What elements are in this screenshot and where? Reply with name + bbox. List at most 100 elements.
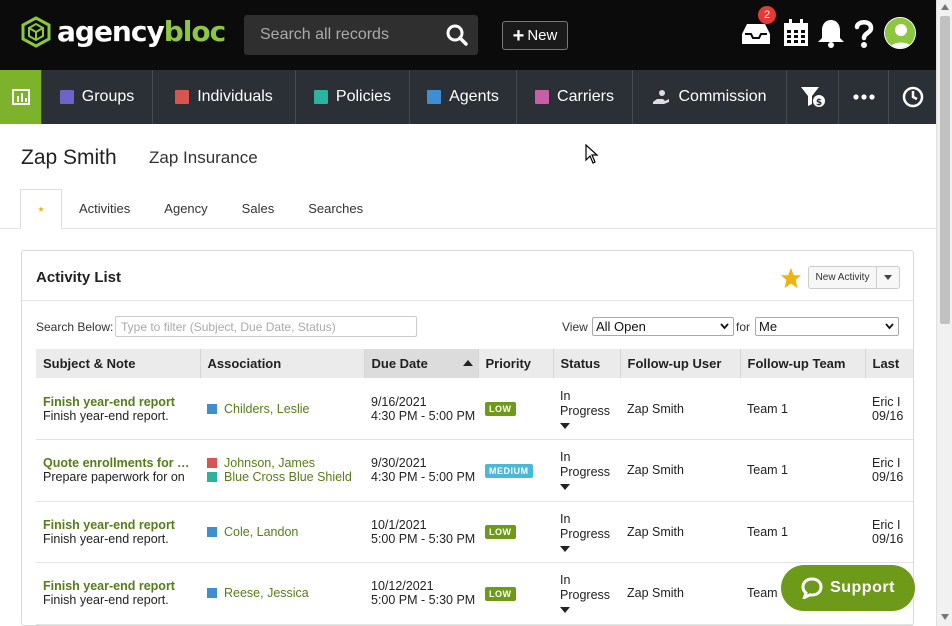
last-date: 09/16 bbox=[872, 408, 904, 423]
col-last[interactable]: Last bbox=[865, 349, 913, 378]
last-user: Eric I bbox=[872, 394, 901, 409]
support-chat-button[interactable]: Support bbox=[781, 565, 915, 611]
col-followup-team[interactable]: Follow-up Team bbox=[740, 349, 866, 378]
activity-subject-link[interactable]: Quote enrollments for Blue Cross bbox=[43, 456, 193, 470]
tab-agency[interactable]: Agency bbox=[147, 189, 224, 229]
bell-icon[interactable] bbox=[815, 18, 847, 48]
new-activity-button[interactable]: New Activity bbox=[808, 266, 900, 289]
activity-filter-input[interactable] bbox=[115, 316, 417, 337]
global-search-input[interactable] bbox=[244, 15, 439, 55]
record-type-color-icon bbox=[207, 458, 217, 469]
due-time: 4:30 PM - 5:00 PM bbox=[371, 408, 476, 423]
scroll-down-icon[interactable] bbox=[941, 614, 949, 620]
record-tabs: Activities Agency Sales Searches bbox=[20, 189, 380, 229]
association-cell: Johnson, James Blue Cross Blue Shield bbox=[200, 439, 364, 502]
due-date: 9/16/2021 bbox=[371, 394, 427, 409]
status-text-1: In bbox=[560, 573, 571, 588]
col-due-date[interactable]: Due Date bbox=[364, 349, 479, 378]
priority-cell: MEDIUM bbox=[478, 439, 553, 502]
association-link[interactable]: Cole, Landon bbox=[207, 525, 364, 539]
more-nav-button[interactable] bbox=[839, 70, 889, 124]
tab-sales[interactable]: Sales bbox=[225, 189, 292, 229]
subject-cell: Finish year-end report Finish year-end re… bbox=[36, 501, 200, 563]
filter-dollar-icon: $ bbox=[800, 87, 825, 108]
activity-subject-link[interactable]: Finish year-end report bbox=[43, 395, 193, 409]
status-text-2: Progress bbox=[560, 526, 611, 541]
due-time: 5:00 PM - 5:30 PM bbox=[371, 531, 476, 546]
scroll-thumb[interactable] bbox=[940, 16, 950, 324]
priority-badge: LOW bbox=[485, 525, 516, 540]
record-company[interactable]: Zap Insurance bbox=[149, 148, 258, 168]
commission-filter-button[interactable]: $ bbox=[787, 70, 839, 124]
view-select[interactable]: All Open bbox=[592, 317, 734, 336]
scroll-up-icon[interactable] bbox=[941, 4, 949, 10]
chevron-down-icon[interactable] bbox=[877, 267, 899, 288]
association-cell: Cole, Landon bbox=[200, 501, 364, 563]
priority-badge: LOW bbox=[485, 402, 516, 416]
col-status[interactable]: Status bbox=[553, 349, 621, 378]
dashboard-nav-item[interactable] bbox=[0, 70, 42, 124]
status-cell[interactable]: In Progress bbox=[553, 562, 620, 625]
nav-individuals[interactable]: Individuals bbox=[153, 70, 296, 124]
tab-searches[interactable]: Searches bbox=[291, 189, 380, 229]
inbox-count-badge: 2 bbox=[758, 6, 776, 24]
for-select[interactable]: Me bbox=[755, 317, 899, 336]
search-icon[interactable] bbox=[446, 24, 468, 46]
activity-subject-link[interactable]: Finish year-end report bbox=[43, 518, 193, 532]
tab-favorites[interactable] bbox=[20, 189, 62, 229]
status-cell[interactable]: In Progress bbox=[553, 501, 620, 563]
more-dots-icon bbox=[852, 94, 875, 100]
association-link[interactable]: Blue Cross Blue Shield bbox=[207, 470, 364, 484]
association-link[interactable]: Johnson, James bbox=[207, 456, 364, 470]
col-priority[interactable]: Priority bbox=[478, 349, 554, 378]
global-search bbox=[244, 15, 478, 55]
tab-activities[interactable]: Activities bbox=[62, 189, 147, 229]
status-text-1: In bbox=[560, 450, 571, 465]
sort-asc-icon bbox=[462, 360, 473, 366]
table-row[interactable]: Quote enrollments for Blue CrossPrepare … bbox=[36, 439, 913, 502]
activity-subject-link[interactable]: Finish year-end report bbox=[43, 579, 193, 593]
agencybloc-logo[interactable]: agencybloc bbox=[20, 16, 226, 48]
cube-logo-icon bbox=[21, 16, 51, 48]
col-followup-user[interactable]: Follow-up User bbox=[620, 349, 741, 378]
nav-agents[interactable]: Agents bbox=[410, 70, 517, 124]
status-dropdown-icon[interactable] bbox=[560, 484, 570, 491]
association-link[interactable]: Childers, Leslie bbox=[207, 402, 364, 416]
status-cell[interactable]: In Progress bbox=[553, 439, 620, 502]
association-link[interactable]: Reese, Jessica bbox=[207, 586, 364, 600]
activity-note: Finish year-end report. bbox=[43, 408, 169, 423]
priority-cell: LOW bbox=[478, 501, 553, 563]
table-row[interactable]: Finish year-end report Finish year-end re… bbox=[36, 501, 913, 563]
due-date-cell: 9/16/2021 4:30 PM - 5:00 PM bbox=[364, 378, 478, 440]
col-association[interactable]: Association bbox=[200, 349, 365, 378]
status-dropdown-icon[interactable] bbox=[560, 545, 570, 552]
help-icon[interactable] bbox=[848, 18, 880, 48]
nav-policies[interactable]: Policies bbox=[296, 70, 410, 124]
last-cell: Eric I 09/16 bbox=[865, 501, 913, 563]
agents-color-icon bbox=[427, 90, 442, 104]
status-dropdown-icon[interactable] bbox=[560, 422, 570, 429]
due-date: 9/30/2021 bbox=[371, 456, 427, 471]
nav-carriers[interactable]: Carriers bbox=[517, 70, 633, 124]
subject-cell: Finish year-end report Finish year-end re… bbox=[36, 562, 200, 625]
subject-cell: Quote enrollments for Blue CrossPrepare … bbox=[36, 439, 200, 502]
nav-commission[interactable]: Commission bbox=[633, 70, 787, 124]
history-nav-button[interactable] bbox=[889, 70, 936, 124]
favorite-star-icon[interactable] bbox=[780, 267, 802, 289]
due-time: 4:30 PM - 5:00 PM bbox=[371, 470, 476, 485]
nav-groups[interactable]: Groups bbox=[42, 70, 153, 124]
mouse-cursor-icon bbox=[585, 144, 599, 164]
table-row[interactable]: Finish year-end report Finish year-end re… bbox=[36, 378, 913, 440]
page-scrollbar[interactable] bbox=[936, 0, 952, 626]
calendar-icon[interactable] bbox=[780, 18, 812, 48]
status-cell[interactable]: In Progress bbox=[553, 378, 620, 440]
last-cell: Eric I 09/16 bbox=[865, 439, 913, 502]
status-dropdown-icon[interactable] bbox=[560, 607, 570, 614]
carriers-color-icon bbox=[535, 90, 550, 104]
followup-user-cell: Zap Smith bbox=[620, 501, 740, 563]
star-icon bbox=[38, 206, 44, 212]
col-subject[interactable]: Subject & Note bbox=[36, 349, 201, 378]
user-avatar[interactable] bbox=[884, 17, 916, 49]
new-record-button[interactable]: + New bbox=[502, 21, 568, 50]
last-cell: Eric I 09/16 bbox=[865, 378, 913, 440]
